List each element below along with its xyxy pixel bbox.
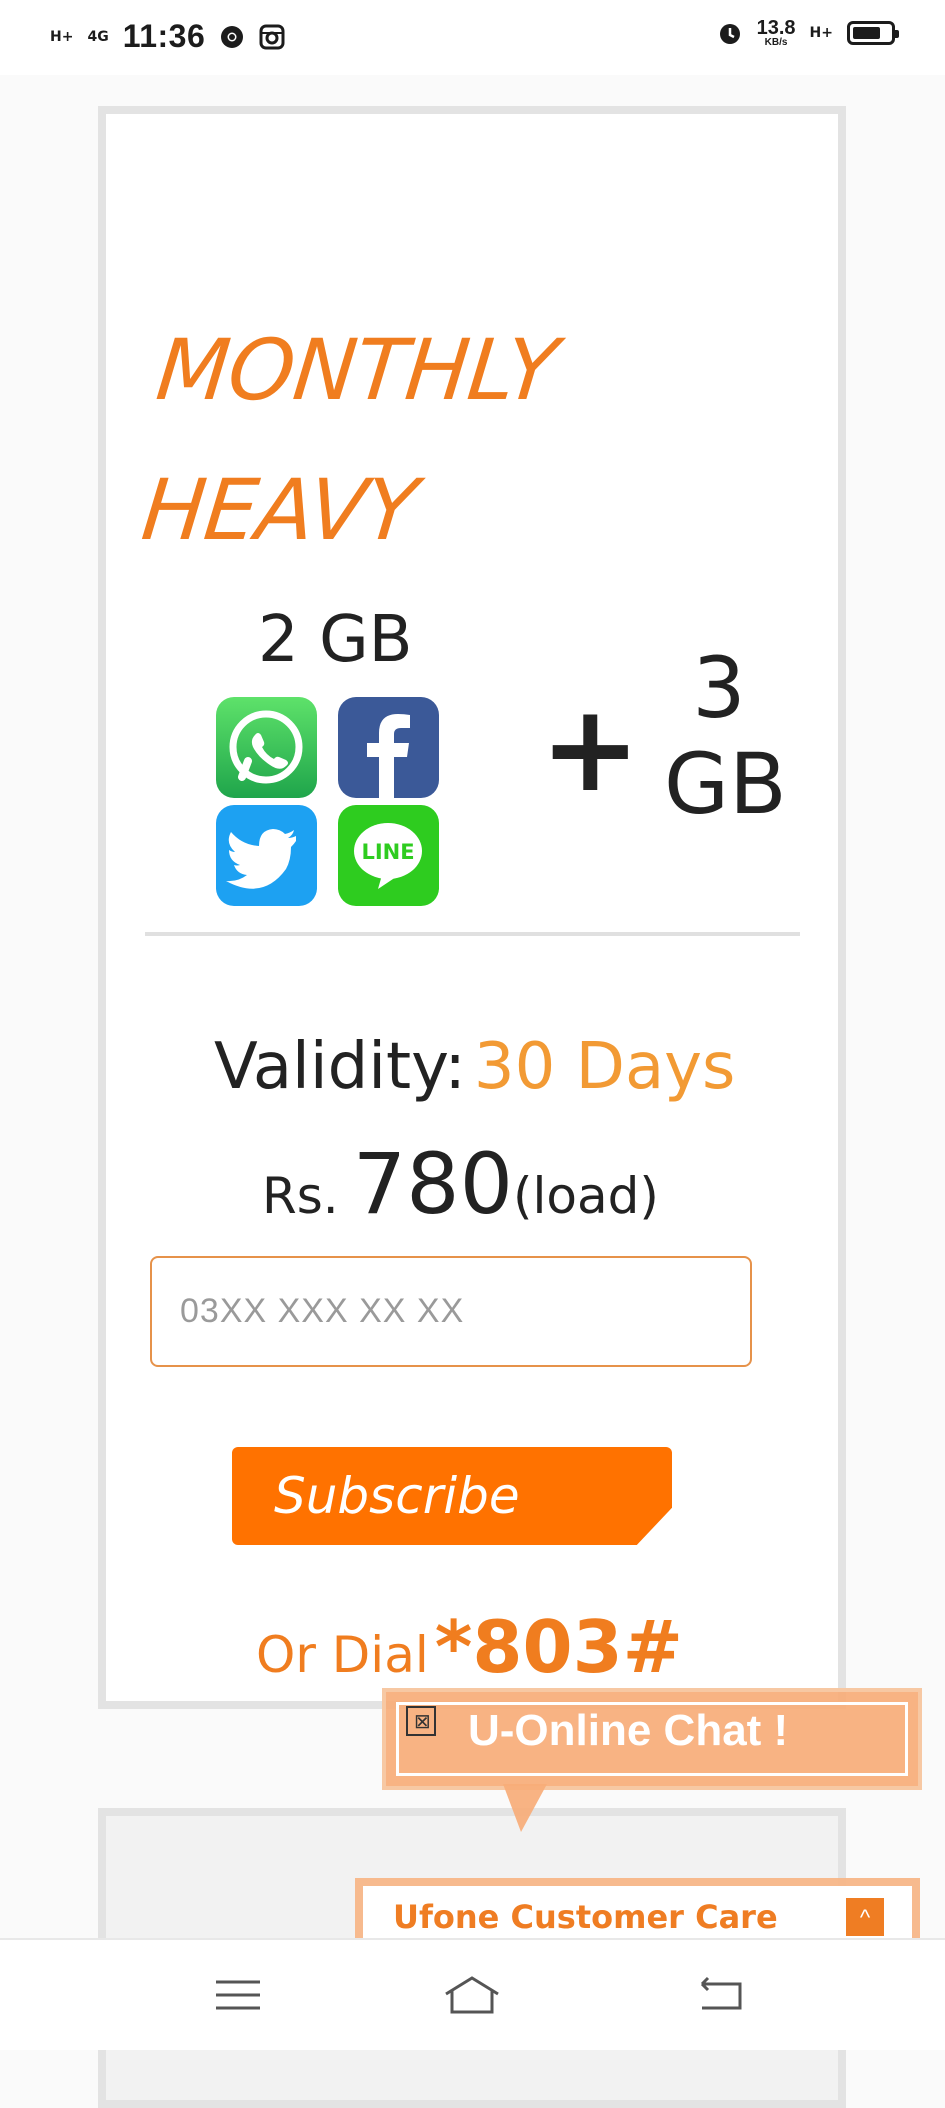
instagram-icon <box>259 24 285 50</box>
customer-care-panel: Ufone Customer Care ^ <box>363 1886 912 1938</box>
price-suffix: (load) <box>513 1167 659 1225</box>
social-data-amount: 2 GB <box>258 603 413 677</box>
dial-prefix: Or Dial <box>256 1626 429 1684</box>
chat-close-icon[interactable]: ⊠ <box>406 1706 436 1736</box>
signal-hplus-indicator: H+ <box>50 28 74 45</box>
price-currency: Rs. <box>262 1167 339 1225</box>
extra-data: 3 GB <box>664 639 787 833</box>
status-right: 13.8 KB/s H+ <box>717 18 899 48</box>
back-icon[interactable] <box>690 1970 750 2020</box>
line-icon: LINE <box>338 805 439 906</box>
status-left: H+ 4G 11:36 <box>50 18 285 55</box>
signal-4g-indicator: 4G <box>87 28 109 45</box>
customer-care-label: Ufone Customer Care <box>393 1898 778 1936</box>
offer-title-line2: HEAVY <box>137 461 422 559</box>
price-amount: 780 <box>352 1135 514 1233</box>
alarm-icon <box>717 20 743 46</box>
whatsapp-icon <box>216 697 317 798</box>
phone-number-input[interactable] <box>150 1256 752 1367</box>
offer-title-line1: MONTHLY <box>152 321 562 419</box>
network-speed-unit: KB/s <box>764 37 788 48</box>
clock-time: 11:36 <box>122 18 206 54</box>
validity-value: 30 Days <box>473 1030 736 1104</box>
network-type-indicator: H+ <box>809 25 833 41</box>
network-speed-value: 13.8 <box>756 17 796 39</box>
offer-title: MONTHLY HEAVY <box>135 300 563 580</box>
extra-data-unit: GB <box>664 735 787 833</box>
validity-row: Validity: 30 Days <box>214 1030 735 1104</box>
dial-code[interactable]: *803# <box>435 1605 683 1689</box>
twitter-icon <box>216 805 317 906</box>
dial-code-row: Or Dial*803# <box>256 1605 683 1689</box>
extra-data-amount: 3 <box>692 639 746 737</box>
subscribe-button[interactable]: Subscribe <box>232 1447 672 1545</box>
plus-sign: + <box>540 680 641 819</box>
price-row: Rs. 780(load) <box>262 1135 659 1233</box>
menu-icon[interactable] <box>208 1970 268 2020</box>
chat-bubble-tail <box>503 1784 547 1832</box>
battery-fill <box>853 27 880 39</box>
online-chat-bubble[interactable]: ⊠ U-Online Chat ! <box>382 1688 922 1790</box>
social-apps-grid: LINE <box>216 697 441 907</box>
system-navigation-bar <box>0 1938 945 2050</box>
customer-care-bar[interactable]: Ufone Customer Care ^ <box>355 1878 920 1938</box>
battery-icon <box>847 21 899 45</box>
home-icon[interactable] <box>442 1970 502 2020</box>
network-speed: 13.8 KB/s <box>757 18 796 48</box>
facebook-icon <box>338 697 439 798</box>
chrome-icon <box>219 24 245 50</box>
expand-chevron-up-icon[interactable]: ^ <box>846 1898 884 1936</box>
svg-text:LINE: LINE <box>361 840 414 864</box>
divider <box>145 932 800 936</box>
chat-bubble-label: U-Online Chat ! <box>468 1706 789 1755</box>
status-bar: H+ 4G 11:36 13.8 KB/s H+ <box>0 0 945 75</box>
validity-label: Validity: <box>214 1030 466 1104</box>
